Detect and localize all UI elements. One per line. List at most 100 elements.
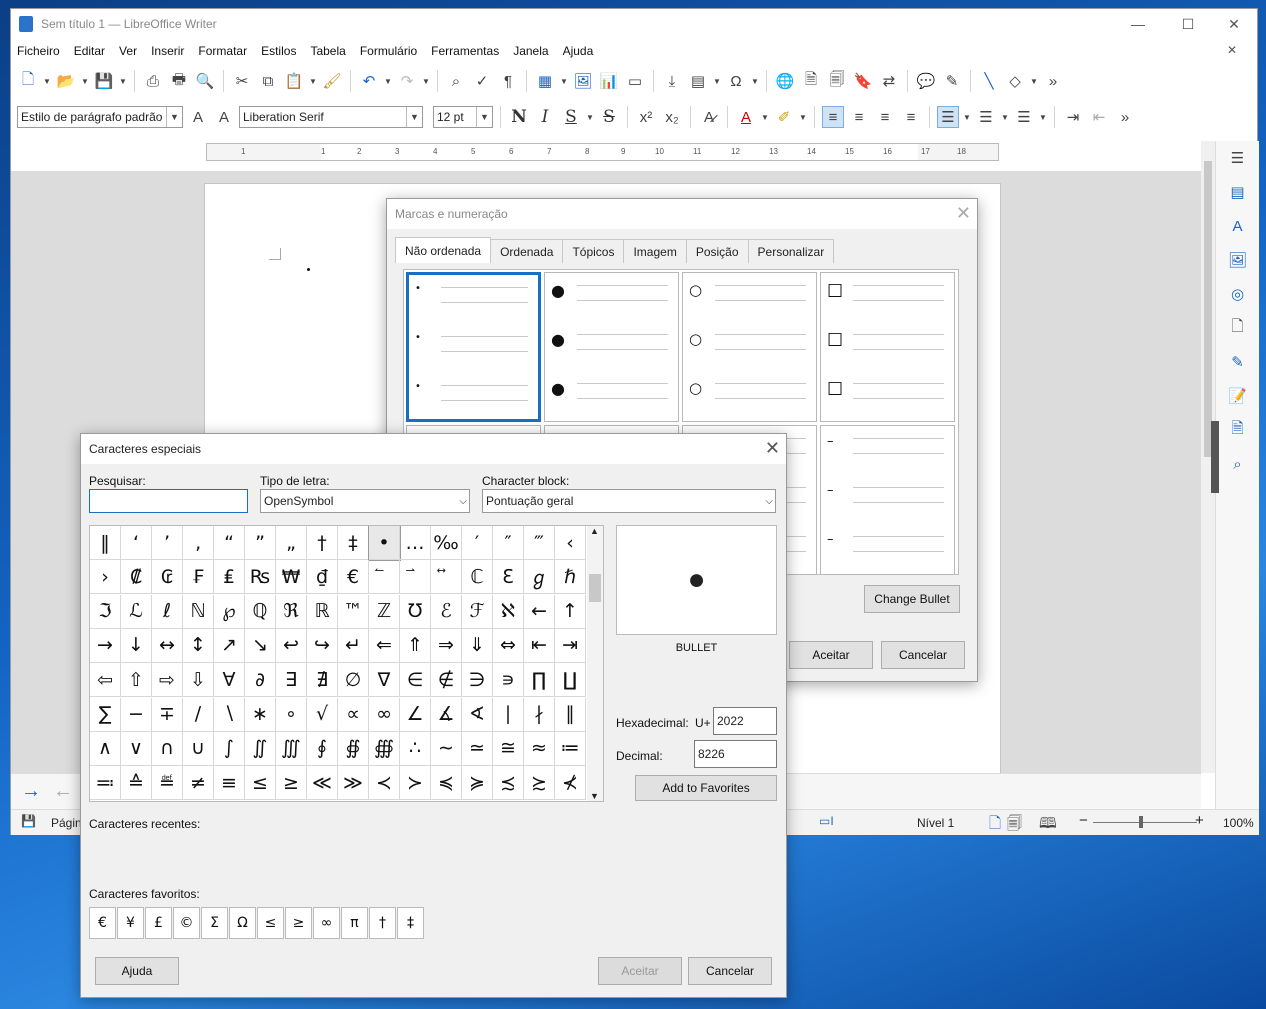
character-cell[interactable]: ∠ (400, 697, 431, 732)
favorite-character[interactable]: © (173, 907, 200, 939)
character-cell[interactable]: • (368, 526, 401, 561)
character-cell[interactable]: ≿ (524, 766, 555, 801)
track-changes-icon[interactable]: ✎ (941, 70, 963, 92)
character-cell[interactable]: ⃑ (400, 560, 431, 595)
character-cell[interactable]: ∅ (338, 663, 369, 698)
character-cell[interactable]: ∢ (462, 697, 493, 732)
chevron-down-icon[interactable]: ▼ (406, 107, 422, 127)
more-toolbar-icon[interactable]: » (1042, 70, 1064, 92)
character-cell[interactable]: ≙ (121, 766, 152, 801)
gallery-icon[interactable]: 🖼 (1227, 249, 1249, 271)
special-character-icon[interactable]: Ω (725, 70, 747, 92)
insert-chart-icon[interactable]: 📊 (598, 70, 620, 92)
favorite-character[interactable]: π (341, 907, 368, 939)
tab-nao-ordenada[interactable]: Não ordenada (395, 237, 492, 263)
character-cell[interactable]: ∏ (524, 663, 555, 698)
font-select[interactable]: OpenSymbol ⌵ (260, 489, 470, 513)
table-dropdown-icon[interactable]: ▼ (560, 77, 568, 86)
character-cell[interactable]: ℵ (493, 594, 524, 629)
menu-janela[interactable]: Janela (513, 44, 548, 58)
special-chars-cancel-button[interactable]: Cancelar (688, 957, 772, 985)
outline-dropdown-icon[interactable]: ▼ (1039, 113, 1047, 122)
page-break-icon[interactable]: ⤓ (661, 70, 683, 92)
field-dropdown-icon[interactable]: ▼ (713, 77, 721, 86)
strikethrough-icon[interactable]: S (598, 106, 620, 128)
scroll-up-icon[interactable]: ▲ (590, 526, 599, 536)
bullet-style-option[interactable]: ☐ ☐ ☐ (820, 272, 955, 422)
bullet-style-option[interactable]: – – – (820, 425, 955, 575)
clone-formatting-icon[interactable]: 🖌 (321, 70, 343, 92)
style-inspector-icon[interactable]: ✎ (1227, 351, 1249, 373)
paste-icon[interactable]: 📋 (283, 70, 305, 92)
character-block-select[interactable]: Pontuação geral ⌵ (482, 489, 776, 513)
favorite-character[interactable]: ≤ (257, 907, 284, 939)
page-icon[interactable]: 🗋 (1227, 317, 1249, 339)
character-cell[interactable]: ∇ (369, 663, 400, 698)
character-cell[interactable]: ₨ (245, 560, 276, 595)
unordered-list-icon[interactable]: ☰ (937, 106, 959, 128)
hyperlink-icon[interactable]: 🌐 (774, 70, 796, 92)
character-cell[interactable]: ‴ (524, 526, 555, 560)
paste-dropdown-icon[interactable]: ▼ (309, 77, 317, 86)
character-cell[interactable]: † (307, 526, 338, 560)
character-cell[interactable]: ⇥ (555, 628, 586, 663)
character-cell[interactable]: ₣ (183, 560, 214, 595)
character-cell[interactable]: ℰ (431, 594, 462, 629)
character-cell[interactable]: ‰ (431, 526, 462, 560)
character-cell[interactable]: ∭ (276, 731, 307, 766)
outline-list-icon[interactable]: ☰ (1013, 106, 1035, 128)
character-cell[interactable]: ≅ (493, 731, 524, 766)
character-cell[interactable]: ₢ (152, 560, 183, 595)
insert-field-icon[interactable]: ▤ (687, 70, 709, 92)
unordered-list-dropdown-icon[interactable]: ▼ (963, 113, 971, 122)
zoom-out-icon[interactable]: − (1079, 812, 1088, 829)
zoom-slider-thumb[interactable] (1139, 816, 1143, 828)
close-document-icon[interactable]: ✕ (1227, 43, 1237, 57)
character-cell[interactable]: ‚ (183, 526, 214, 560)
favorite-character[interactable]: £ (145, 907, 172, 939)
character-cell[interactable]: ≻ (400, 766, 431, 801)
character-cell[interactable]: ∴ (400, 731, 431, 766)
character-cell[interactable]: ℤ (369, 594, 400, 629)
bold-icon[interactable]: N (508, 106, 530, 128)
selection-mode-icon[interactable]: ▭I (819, 814, 834, 828)
menu-ajuda[interactable]: Ajuda (563, 44, 594, 58)
favorite-character[interactable]: ‡ (397, 907, 424, 939)
character-cell[interactable]: ‹ (555, 526, 586, 560)
scrollbar-thumb[interactable] (589, 574, 601, 602)
character-cell[interactable]: ∐ (555, 663, 586, 698)
character-cell[interactable]: ↓ (121, 628, 152, 663)
arrow-right-icon[interactable]: → (21, 780, 41, 803)
character-cell[interactable]: ∰ (369, 731, 400, 766)
align-center-icon[interactable]: ≡ (848, 106, 870, 128)
horizontal-ruler[interactable]: 1 1 2 3 4 5 6 7 8 9 10 11 12 13 14 15 16… (206, 143, 999, 161)
spelling-icon[interactable]: ✓ (471, 70, 493, 92)
character-cell[interactable]: ↕ (183, 628, 214, 663)
character-cell[interactable]: “ (214, 526, 245, 560)
character-cell[interactable]: ℝ (307, 594, 338, 629)
character-cell[interactable]: ℚ (245, 594, 276, 629)
character-cell[interactable]: ℕ (183, 594, 214, 629)
character-cell[interactable]: ≪ (307, 766, 338, 801)
character-cell[interactable]: ⃡ (431, 560, 462, 595)
character-cell[interactable]: ₫ (307, 560, 338, 595)
character-cell[interactable]: ∩ (152, 731, 183, 766)
redo-dropdown-icon[interactable]: ▼ (422, 77, 430, 86)
bullet-style-option[interactable]: ● ● ● (544, 272, 679, 422)
save-icon[interactable]: 💾 (93, 70, 115, 92)
character-cell[interactable]: ” (245, 526, 276, 560)
design-icon[interactable]: 🗎 (1227, 419, 1249, 441)
hex-input[interactable]: 2022 (713, 707, 777, 735)
special-char-dropdown-icon[interactable]: ▼ (751, 77, 759, 86)
more-format-icon[interactable]: » (1114, 106, 1136, 128)
basic-shapes-icon[interactable]: ◇ (1004, 70, 1026, 92)
character-cell[interactable]: ℧ (400, 594, 431, 629)
character-cell[interactable]: ℓ (152, 594, 183, 629)
character-cell[interactable]: ∘ (276, 697, 307, 732)
redo-icon[interactable]: ↷ (396, 70, 418, 92)
bookmark-icon[interactable]: 🔖 (852, 70, 874, 92)
character-cell[interactable]: √ (307, 697, 338, 732)
character-cell[interactable]: ≾ (493, 766, 524, 801)
menu-ver[interactable]: Ver (119, 44, 137, 58)
character-cell[interactable]: ≤ (245, 766, 276, 801)
